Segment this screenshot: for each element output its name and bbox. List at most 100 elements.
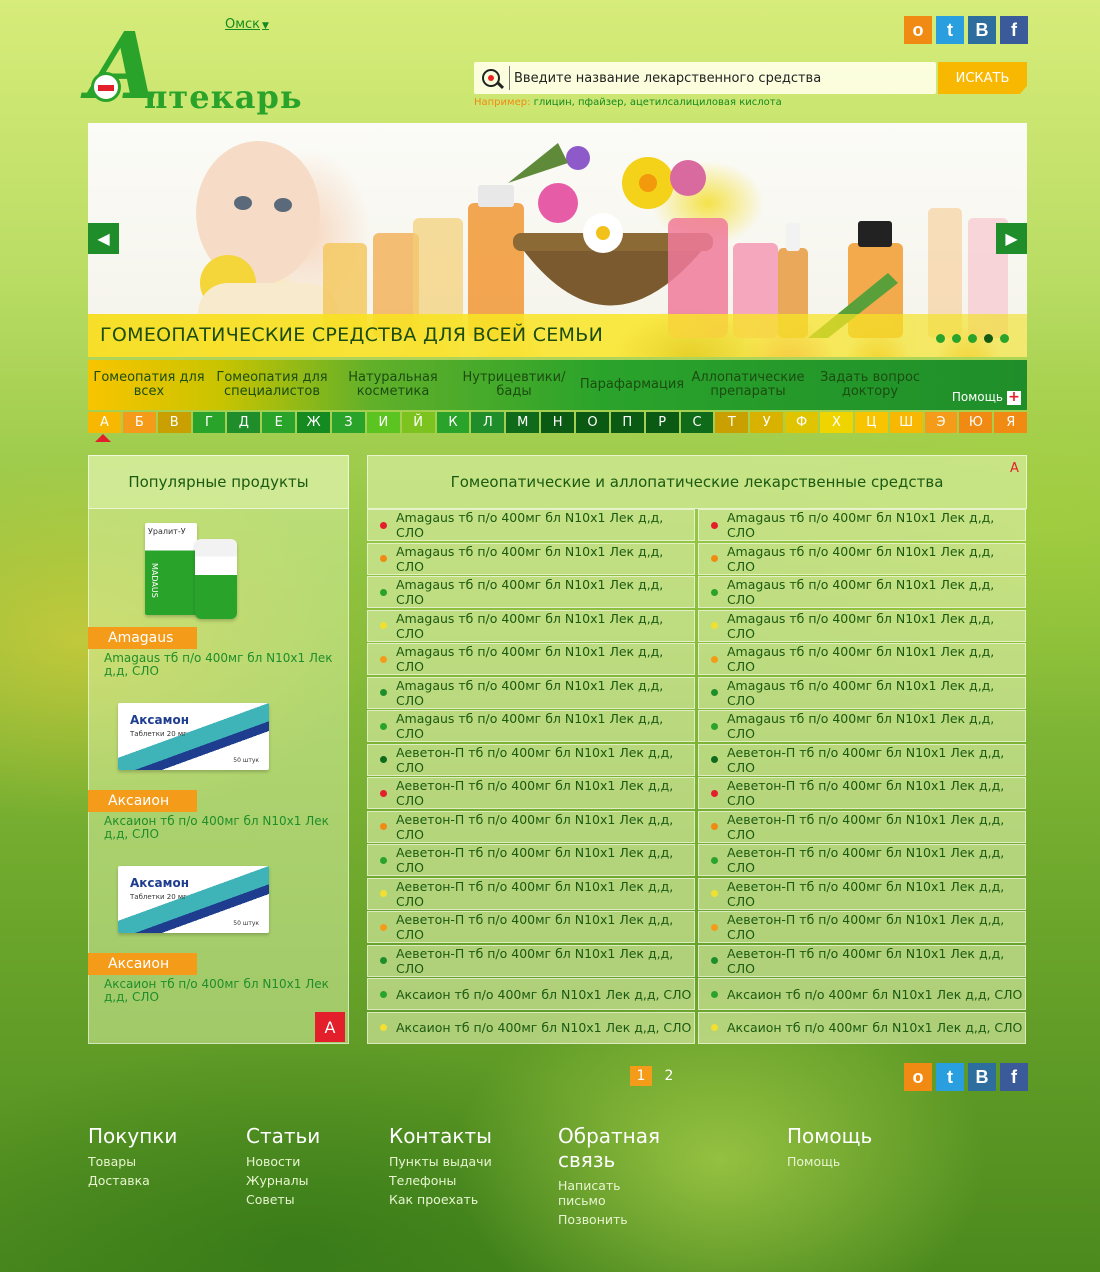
banner-prev-button[interactable]: ◀ (88, 223, 119, 254)
drug-list-item[interactable]: Аксаион тб п/о 400мг бл N10x1 Лек д,д, С… (698, 1011, 1026, 1044)
footer-link[interactable]: Новости (246, 1154, 320, 1169)
city-label[interactable]: Омск (225, 17, 260, 32)
drug-name[interactable]: Аеветон-П тб п/о 400мг бл N10x1 Лек д,д,… (396, 745, 694, 775)
alphabet-letter[interactable]: Ю (959, 412, 993, 433)
banner-dot[interactable] (952, 334, 961, 343)
drug-name[interactable]: Amagaus тб п/о 400мг бл N10x1 Лек д,д, С… (396, 577, 694, 607)
drug-name[interactable]: Аеветон-П тб п/о 400мг бл N10x1 Лек д,д,… (396, 879, 694, 909)
alphabet-letter[interactable]: О (576, 412, 609, 433)
banner-next-button[interactable]: ▶ (996, 223, 1027, 254)
drug-list-item[interactable]: Аеветон-П тб п/о 400мг бл N10x1 Лек д,д,… (698, 743, 1026, 776)
popular-letter-button[interactable]: А (315, 1012, 345, 1042)
footer-link[interactable]: Товары (88, 1154, 177, 1169)
drug-list-item[interactable]: Аеветон-П тб п/о 400мг бл N10x1 Лек д,д,… (367, 877, 695, 910)
drug-name[interactable]: Аеветон-П тб п/о 400мг бл N10x1 Лек д,д,… (396, 946, 694, 976)
alphabet-letter[interactable]: К (436, 412, 470, 433)
product-description[interactable]: Аксаион тб п/о 400мг бл N10x1 Лек д,д, С… (104, 978, 334, 1003)
alphabet-letter[interactable]: Я (994, 412, 1028, 433)
product-image[interactable]: Уралит-У MADAUS (145, 523, 240, 621)
drug-name[interactable]: Amagaus тб п/о 400мг бл N10x1 Лек д,д, С… (727, 644, 1025, 674)
drug-name[interactable]: Amagaus тб п/о 400мг бл N10x1 Лек д,д, С… (396, 611, 694, 641)
drug-list-item[interactable]: Amagaus тб п/о 400мг бл N10x1 Лек д,д, С… (367, 542, 695, 575)
hint-examples[interactable]: глицин, пфайзер, ацетилсалициловая кисло… (530, 97, 782, 108)
product-badge[interactable]: Аксаион (88, 790, 197, 812)
alphabet-letter[interactable]: Г (192, 412, 226, 433)
alphabet-letter[interactable]: Э (924, 412, 958, 433)
city-selector[interactable]: Омск ▼ (225, 17, 269, 32)
drug-list-item[interactable]: Аеветон-П тб п/о 400мг бл N10x1 Лек д,д,… (367, 810, 695, 843)
alphabet-letter[interactable]: Л (471, 412, 505, 433)
drug-name[interactable]: Аксаион тб п/о 400мг бл N10x1 Лек д,д, С… (396, 1020, 691, 1035)
drug-name[interactable]: Аксаион тб п/о 400мг бл N10x1 Лек д,д, С… (727, 987, 1022, 1002)
drug-list-item[interactable]: Аеветон-П тб п/о 400мг бл N10x1 Лек д,д,… (698, 877, 1026, 910)
alphabet-letter[interactable]: Й (401, 412, 435, 433)
footer-link[interactable]: Как проехать (389, 1192, 492, 1207)
nav-item[interactable]: Гомеопатия для всех (88, 360, 210, 410)
drug-list-item[interactable]: Аксаион тб п/о 400мг бл N10x1 Лек д,д, С… (367, 978, 695, 1010)
product-badge[interactable]: Amagaus (88, 627, 197, 649)
page-link[interactable]: 1 (630, 1066, 652, 1086)
drug-name[interactable]: Amagaus тб п/о 400мг бл N10x1 Лек д,д, С… (727, 611, 1025, 641)
twitter-icon[interactable]: t (936, 16, 964, 44)
alphabet-letter[interactable]: С (680, 412, 714, 433)
alphabet-letter[interactable]: А (88, 412, 121, 433)
drug-list-item[interactable]: Amagaus тб п/о 400мг бл N10x1 Лек д,д, С… (698, 676, 1026, 709)
drug-name[interactable]: Аеветон-П тб п/о 400мг бл N10x1 Лек д,д,… (727, 879, 1025, 909)
drug-list-item[interactable]: Amagaus тб п/о 400мг бл N10x1 Лек д,д, С… (698, 710, 1026, 742)
drug-list-item[interactable]: Amagaus тб п/о 400мг бл N10x1 Лек д,д, С… (698, 643, 1026, 675)
footer-link[interactable]: Доставка (88, 1173, 177, 1188)
drug-list-item[interactable]: Аеветон-П тб п/о 400мг бл N10x1 Лек д,д,… (367, 911, 695, 943)
alphabet-letter[interactable]: Д (227, 412, 261, 433)
footer-link[interactable]: Позвонить (558, 1212, 660, 1227)
drug-name[interactable]: Amagaus тб п/о 400мг бл N10x1 Лек д,д, С… (727, 577, 1025, 607)
alphabet-letter[interactable]: Ц (854, 412, 888, 433)
drug-name[interactable]: Аксаион тб п/о 400мг бл N10x1 Лек д,д, С… (727, 1020, 1022, 1035)
alphabet-letter[interactable]: М (506, 412, 540, 433)
drug-list-item[interactable]: Amagaus тб п/о 400мг бл N10x1 Лек д,д, С… (367, 609, 695, 642)
drug-list-item[interactable]: Amagaus тб п/о 400мг бл N10x1 Лек д,д, С… (698, 542, 1026, 575)
nav-item[interactable]: Задать вопрос доктору (810, 360, 930, 410)
drug-list-item[interactable]: Аеветон-П тб п/о 400мг бл N10x1 Лек д,д,… (698, 777, 1026, 809)
drug-list-item[interactable]: Аеветон-П тб п/о 400мг бл N10x1 Лек д,д,… (367, 777, 695, 809)
drug-list-item[interactable]: Аксаион тб п/о 400мг бл N10x1 Лек д,д, С… (698, 978, 1026, 1010)
drug-name[interactable]: Аеветон-П тб п/о 400мг бл N10x1 Лек д,д,… (727, 778, 1025, 808)
drug-list-item[interactable]: Amagaus тб п/о 400мг бл N10x1 Лек д,д, С… (367, 676, 695, 709)
drug-name[interactable]: Аеветон-П тб п/о 400мг бл N10x1 Лек д,д,… (727, 912, 1025, 942)
product-image[interactable]: Аксамон Таблетки 20 мг 50 штук (118, 703, 269, 770)
drug-name[interactable]: Amagaus тб п/о 400мг бл N10x1 Лек д,д, С… (396, 510, 694, 540)
twitter-icon[interactable]: t (936, 1063, 964, 1091)
drug-name[interactable]: Аеветон-П тб п/о 400мг бл N10x1 Лек д,д,… (396, 778, 694, 808)
alphabet-letter[interactable]: Ш (889, 412, 923, 433)
drug-name[interactable]: Аеветон-П тб п/о 400мг бл N10x1 Лек д,д,… (396, 912, 694, 942)
drug-list-item[interactable]: Аеветон-П тб п/о 400мг бл N10x1 Лек д,д,… (698, 810, 1026, 843)
drug-name[interactable]: Аеветон-П тб п/о 400мг бл N10x1 Лек д,д,… (396, 812, 694, 842)
banner-title[interactable]: ГОМЕОПАТИЧЕСКИЕ СРЕДСТВА ДЛЯ ВСЕЙ СЕМЬИ (100, 324, 603, 346)
vkontakte-icon[interactable]: В (968, 1063, 996, 1091)
footer-link[interactable]: Написать письмо (558, 1178, 660, 1208)
alphabet-letter[interactable]: Р (645, 412, 679, 433)
alphabet-letter[interactable]: У (750, 412, 784, 433)
drug-name[interactable]: Amagaus тб п/о 400мг бл N10x1 Лек д,д, С… (727, 544, 1025, 574)
search-button[interactable]: ИСКАТЬ (938, 62, 1027, 94)
alphabet-letter[interactable]: З (332, 412, 365, 433)
drug-name[interactable]: Amagaus тб п/о 400мг бл N10x1 Лек д,д, С… (396, 544, 694, 574)
alphabet-letter[interactable]: Н (541, 412, 575, 433)
drug-list-item[interactable]: Amagaus тб п/о 400мг бл N10x1 Лек д,д, С… (367, 509, 695, 541)
drug-name[interactable]: Amagaus тб п/о 400мг бл N10x1 Лек д,д, С… (396, 644, 694, 674)
alphabet-letter[interactable]: И (366, 412, 400, 433)
product-image[interactable]: Аксамон Таблетки 20 мг 50 штук (118, 866, 269, 933)
drug-name[interactable]: Аеветон-П тб п/о 400мг бл N10x1 Лек д,д,… (727, 745, 1025, 775)
drug-list-item[interactable]: Amagaus тб п/о 400мг бл N10x1 Лек д,д, С… (367, 710, 695, 742)
nav-help-link[interactable]: Помощь + (952, 390, 1021, 406)
drug-name[interactable]: Аеветон-П тб п/о 400мг бл N10x1 Лек д,д,… (396, 845, 694, 875)
drug-name[interactable]: Amagaus тб п/о 400мг бл N10x1 Лек д,д, С… (727, 510, 1025, 540)
footer-link[interactable]: Советы (246, 1192, 320, 1207)
alphabet-letter[interactable]: П (610, 412, 644, 433)
drug-list-item[interactable]: Аеветон-П тб п/о 400мг бл N10x1 Лек д,д,… (698, 911, 1026, 943)
search-icon[interactable] (482, 69, 500, 87)
footer-link[interactable]: Телефоны (389, 1173, 492, 1188)
facebook-icon[interactable]: f (1000, 16, 1028, 44)
vkontakte-icon[interactable]: В (968, 16, 996, 44)
odnoklassniki-icon[interactable]: о (904, 16, 932, 44)
product-badge[interactable]: Аксаион (88, 953, 197, 975)
